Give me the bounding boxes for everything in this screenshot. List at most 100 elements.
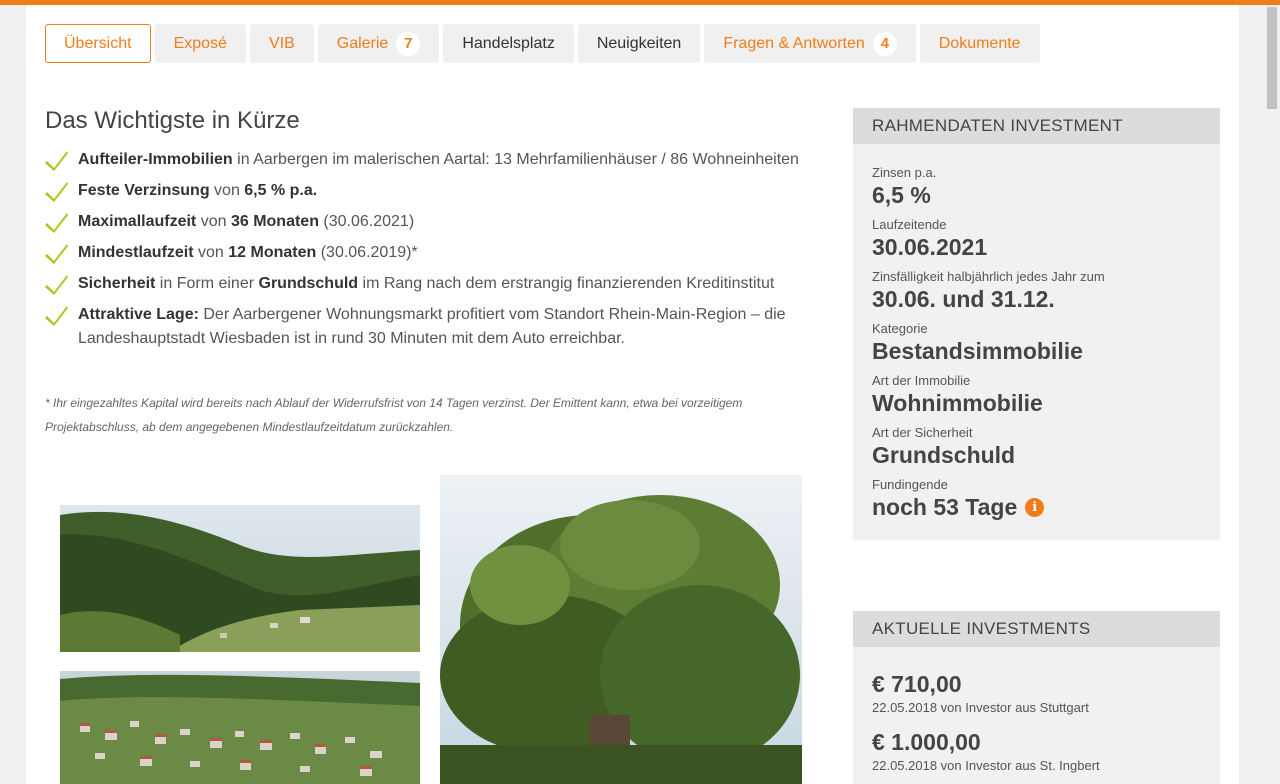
summary-item-highlight: Grundschuld bbox=[258, 275, 359, 292]
rahmendaten-value-text: Grundschuld bbox=[872, 442, 1016, 468]
investments-title: AKTUELLE INVESTMENTS bbox=[853, 611, 1220, 647]
rahmendaten-value: noch 53 Tage i bbox=[872, 493, 1201, 522]
tab-label: Fragen & Antworten bbox=[723, 34, 865, 52]
check-icon bbox=[45, 244, 68, 264]
tree-photo-image bbox=[440, 475, 802, 784]
tab-galerie[interactable]: Galerie 7 bbox=[317, 24, 440, 63]
summary-item-highlight: Aufteiler-Immobilien bbox=[78, 151, 233, 168]
rahmendaten-value: 30.06.2021 bbox=[872, 233, 1201, 262]
tab-label: Exposé bbox=[173, 34, 227, 52]
summary-item-text: von bbox=[193, 244, 229, 261]
rahmendaten-value: 30.06. und 31.12. bbox=[872, 285, 1201, 314]
rahmendaten-label: Fundingende bbox=[872, 477, 948, 492]
summary-checklist: Aufteiler-Immobilien in Aarbergen im mal… bbox=[45, 148, 805, 358]
investments-panel: AKTUELLE INVESTMENTS € 710,00 22.05.2018 … bbox=[853, 611, 1220, 784]
rahmendaten-row: Kategorie Bestandsimmobilie bbox=[872, 320, 1201, 366]
summary-item-highlight: Sicherheit bbox=[78, 275, 156, 292]
info-icon[interactable]: i bbox=[1025, 498, 1045, 517]
check-icon bbox=[45, 151, 68, 171]
summary-item-highlight: 36 Monaten bbox=[230, 213, 319, 230]
check-icon bbox=[45, 306, 68, 326]
rahmendaten-row: Zinsen p.a. 6,5 % bbox=[872, 164, 1201, 210]
valley-photo[interactable] bbox=[60, 505, 420, 652]
summary-item: Maximallaufzeit von 36 Monaten (30.06.20… bbox=[45, 210, 805, 234]
tab-count-badge: 4 bbox=[872, 31, 897, 56]
tab-handelsplatz[interactable]: Handelsplatz bbox=[443, 24, 574, 63]
summary-item-text: in Aarbergen im malerischen Aartal: 13 M… bbox=[232, 151, 799, 168]
summary-item: Feste Verzinsung von 6,5 % p.a. bbox=[45, 179, 805, 203]
tab-dokumente[interactable]: Dokumente bbox=[919, 24, 1040, 63]
investment-meta: 22.05.2018 von Investor aus Stuttgart bbox=[872, 700, 1089, 715]
summary-item-text: (30.06.2019)* bbox=[316, 244, 418, 261]
rahmendaten-value: Grundschuld bbox=[872, 441, 1201, 470]
rahmendaten-value: Wohnimmobilie bbox=[872, 389, 1201, 418]
summary-item-highlight: Maximallaufzeit bbox=[78, 213, 197, 230]
summary-item-text: in Form einer bbox=[155, 275, 259, 292]
rahmendaten-row: Art der Sicherheit Grundschuld bbox=[872, 424, 1201, 470]
tab-fragen-antworten[interactable]: Fragen & Antworten 4 bbox=[704, 24, 916, 63]
page-scrollbar[interactable] bbox=[1264, 5, 1280, 784]
tab-bar: Übersicht Exposé VIB Galerie 7 Handelsplatz Ne… bbox=[45, 24, 1040, 63]
investment-amount: € 710,00 bbox=[872, 671, 962, 697]
tab-label: Neuigkeiten bbox=[596, 34, 682, 52]
rahmendaten-label: Kategorie bbox=[872, 321, 928, 336]
summary-item-highlight: Attraktive Lage: bbox=[78, 306, 199, 323]
check-icon bbox=[45, 275, 68, 295]
tree-photo[interactable] bbox=[440, 475, 802, 784]
rahmendaten-row: Art der Immobilie Wohnimmobilie bbox=[872, 372, 1201, 418]
investment-entry: € 710,00 22.05.2018 von Investor aus Stut… bbox=[872, 669, 1201, 717]
summary-item-text: von bbox=[196, 213, 231, 230]
summary-item: Aufteiler-Immobilien in Aarbergen im mal… bbox=[45, 148, 805, 172]
village-photo[interactable] bbox=[60, 671, 420, 784]
tab-label: Handelsplatz bbox=[462, 34, 555, 52]
tab-count-badge: 7 bbox=[396, 31, 421, 56]
rahmendaten-value: Bestandsimmobilie bbox=[872, 337, 1201, 366]
summary-item-highlight: 12 Monaten bbox=[228, 244, 317, 261]
rahmendaten-panel: RAHMENDATEN INVESTMENT Zinsen p.a. 6,5 % L… bbox=[853, 108, 1220, 540]
rahmendaten-label: Art der Sicherheit bbox=[872, 425, 973, 440]
rahmendaten-row: Laufzeitende 30.06.2021 bbox=[872, 216, 1201, 262]
rahmendaten-label: Art der Immobilie bbox=[872, 373, 971, 388]
tab-label: VIB bbox=[268, 34, 295, 52]
rahmendaten-list: Zinsen p.a. 6,5 % Laufzeitende 30.06.2021 Zi… bbox=[853, 144, 1220, 540]
rahmendaten-value-text: 30.06. und 31.12. bbox=[872, 286, 1055, 312]
tab-übersicht[interactable]: Übersicht bbox=[45, 24, 151, 63]
summary-item-text: im Rang nach dem erstrangig finanzierend… bbox=[358, 275, 775, 292]
summary-title: Das Wichtigste in Kürze bbox=[45, 107, 300, 134]
rahmendaten-value-text: 30.06.2021 bbox=[872, 234, 988, 260]
project-gallery bbox=[60, 475, 802, 784]
summary-footnote: * Ihr eingezahltes Kapital wird bereits … bbox=[45, 396, 743, 434]
rahmendaten-value-text: 6,5 % bbox=[872, 182, 931, 208]
rahmendaten-value-text: Bestandsimmobilie bbox=[872, 338, 1083, 364]
summary-item-highlight: Feste Verzinsung bbox=[78, 182, 210, 199]
rahmendaten-label: Zinsen p.a. bbox=[872, 165, 937, 180]
check-icon bbox=[45, 182, 68, 202]
tab-label: Dokumente bbox=[938, 34, 1021, 52]
valley-photo-image bbox=[60, 505, 420, 652]
tab-neuigkeiten[interactable]: Neuigkeiten bbox=[577, 24, 701, 63]
rahmendaten-value: 6,5 % bbox=[872, 181, 1201, 210]
rahmendaten-row: Fundingende noch 53 Tage i bbox=[872, 476, 1201, 522]
summary-item-text: (30.06.2021) bbox=[318, 213, 415, 230]
tab-expos[interactable]: Exposé bbox=[154, 24, 246, 63]
investment-meta: 22.05.2018 von Investor aus St. Ingbert bbox=[872, 758, 1100, 773]
tab-vib[interactable]: VIB bbox=[249, 24, 314, 63]
rahmendaten-value-text: Wohnimmobilie bbox=[872, 390, 1043, 416]
scrollbar-thumb[interactable] bbox=[1267, 7, 1277, 109]
tab-label: Übersicht bbox=[64, 34, 132, 52]
tab-label: Galerie bbox=[336, 34, 389, 52]
summary-item: Attraktive Lage: Der Aarbergener Wohnung… bbox=[45, 303, 805, 351]
check-icon bbox=[45, 213, 68, 233]
rahmendaten-row: Zinsfälligkeit halbjährlich jedes Jahr z… bbox=[872, 268, 1201, 314]
summary-item: Sicherheit in Form einer Grundschuld im … bbox=[45, 272, 805, 296]
investments-list: € 710,00 22.05.2018 von Investor aus Stut… bbox=[853, 647, 1220, 784]
summary-item-text: von bbox=[209, 182, 245, 199]
summary-item: Mindestlaufzeit von 12 Monaten (30.06.20… bbox=[45, 241, 805, 265]
village-photo-image bbox=[60, 671, 420, 784]
rahmendaten-label: Zinsfälligkeit halbjährlich jedes Jahr z… bbox=[872, 269, 1105, 284]
summary-item-highlight: Mindestlaufzeit bbox=[78, 244, 194, 261]
summary-item-highlight: 6,5 % p.a. bbox=[244, 182, 318, 199]
investment-amount: € 1.000,00 bbox=[872, 729, 981, 755]
rahmendaten-label: Laufzeitende bbox=[872, 217, 947, 232]
page-content: Übersicht Exposé VIB Galerie 7 Handelsplatz Ne… bbox=[26, 5, 1239, 784]
